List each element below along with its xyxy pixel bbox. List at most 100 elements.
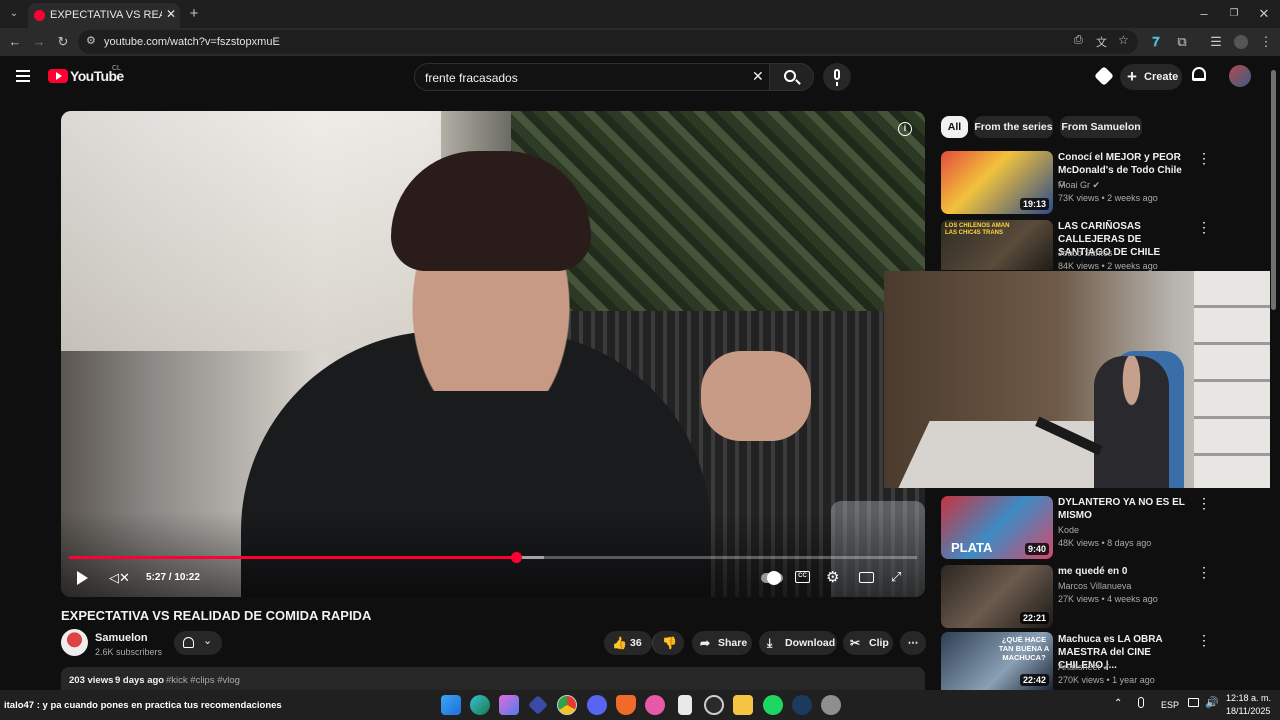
theater-mode-icon[interactable] (859, 572, 874, 583)
rec-title[interactable]: DYLANTERO YA NO ES EL MISMO (1058, 496, 1193, 522)
obs-icon[interactable] (704, 695, 724, 715)
rec-more-menu-icon[interactable]: ⋮ (1196, 219, 1212, 236)
profile-icon[interactable] (1229, 30, 1253, 54)
input-language[interactable]: ESP (1161, 700, 1179, 710)
rec-thumbnail[interactable]: PLATA 9:40 (941, 496, 1053, 559)
gem-icon[interactable] (1094, 66, 1114, 86)
chrome-icon[interactable] (557, 695, 577, 715)
rec-more-menu-icon[interactable]: ⋮ (1196, 632, 1212, 649)
browser-tabbar: ⌄ EXPECTATIVA VS REALIDAD DE ✕ + – ❐ ✕ (0, 0, 1280, 28)
chip-from-series[interactable]: From the series (974, 116, 1053, 138)
rec-channel[interactable]: Analisheet ✔ (1058, 661, 1110, 674)
rec-more-menu-icon[interactable]: ⋮ (1196, 495, 1212, 512)
rec-channel[interactable]: Moai Gr ✔ (1058, 179, 1100, 192)
hashtags[interactable]: #kick #clips #vlog (166, 675, 240, 686)
settings-gear-icon[interactable]: ⚙ (826, 568, 839, 586)
description-box[interactable]: 203 views 9 days ago #kick #clips #vlog (61, 667, 925, 690)
chip-from-channel[interactable]: From Samuelon (1060, 116, 1142, 138)
rec-more-menu-icon[interactable]: ⋮ (1196, 150, 1212, 167)
extensions-puzzle-icon[interactable]: ⧉ (1170, 30, 1194, 54)
create-button[interactable]: + Create (1120, 64, 1182, 90)
like-button[interactable]: 👍 36 (604, 631, 652, 655)
tray-mic-icon[interactable] (1138, 697, 1144, 708)
forward-icon[interactable]: → (27, 30, 51, 54)
settings-app-icon[interactable] (821, 695, 841, 715)
channel-avatar[interactable] (61, 629, 88, 656)
info-icon[interactable]: i (898, 122, 912, 136)
file-icon[interactable] (678, 695, 692, 715)
channel-name[interactable]: Samuelon (95, 632, 148, 644)
play-button[interactable] (77, 571, 88, 585)
rec-duration: 22:21 (1019, 612, 1049, 624)
rec-channel[interactable]: Joaco Santos (1058, 247, 1113, 260)
video-player[interactable]: i ◁✕ 5:27 / 10:22 CC ⚙ ⤢ (61, 111, 925, 597)
voice-search-button[interactable] (823, 63, 851, 91)
browser-menu-icon[interactable]: ⋮ (1254, 30, 1278, 54)
rec-thumbnail[interactable]: ¿QUÉ HACE TAN BUENA A MACHUCA? 22:42 (941, 632, 1053, 690)
download-button[interactable]: ⤓ Download (759, 631, 837, 655)
url-bar[interactable]: ⚙ youtube.com/watch?v=fszstopxmuE ⎙ 文 ☆ (78, 30, 1138, 54)
streamer-webcam-overlay (884, 271, 1270, 488)
network-icon[interactable] (1188, 698, 1199, 707)
rec-thumbnail-text: ¿QUÉ HACE TAN BUENA A MACHUCA? (998, 635, 1050, 662)
site-info-icon[interactable]: ⚙ (86, 34, 96, 47)
bookmark-star-icon[interactable]: ☆ (1118, 33, 1129, 47)
search-button[interactable] (770, 63, 814, 91)
notifications-bell-icon[interactable] (1192, 67, 1206, 81)
rec-stats: 73K views • 2 weeks ago (1058, 193, 1158, 203)
copilot-icon[interactable] (499, 695, 519, 715)
restore-icon[interactable]: ❐ (1222, 2, 1246, 26)
volume-icon[interactable]: 🔊 (1205, 696, 1219, 709)
app-icon[interactable] (528, 695, 548, 715)
dislike-button[interactable]: 👎 (652, 631, 684, 655)
clip-button[interactable]: ✂ Clip (843, 631, 893, 655)
clock-date[interactable]: 18/11/2025 (1226, 706, 1270, 716)
rec-more-menu-icon[interactable]: ⋮ (1196, 564, 1212, 581)
new-tab-icon[interactable]: + (182, 2, 206, 26)
tray-chevron-icon[interactable]: ⌃ (1114, 698, 1122, 709)
mute-icon[interactable]: ◁✕ (109, 570, 130, 586)
rec-thumbnail[interactable]: LOS CHILENOS AMAN LAS CHIC4S TRANS (941, 220, 1053, 270)
more-actions-button[interactable]: ⋯ (900, 631, 926, 655)
rec-stats: 27K views • 4 weeks ago (1058, 594, 1158, 604)
chip-all[interactable]: All (941, 116, 968, 138)
share-button[interactable]: ➦ Share (692, 631, 752, 655)
steam-icon[interactable] (792, 695, 812, 715)
account-avatar[interactable] (1229, 65, 1251, 87)
file-explorer-icon[interactable] (733, 695, 753, 715)
progress-bar[interactable] (69, 552, 917, 563)
rec-duration: 19:13 (1019, 198, 1049, 210)
rec-channel[interactable]: Marcos Villanueva (1058, 580, 1131, 593)
rec-thumbnail[interactable]: 19:13 (941, 151, 1053, 214)
hamburger-menu-icon[interactable] (16, 70, 30, 82)
subtitles-cc-icon[interactable]: CC (795, 571, 810, 583)
edge-icon[interactable] (470, 695, 490, 715)
close-window-icon[interactable]: ✕ (1252, 2, 1276, 26)
discord-icon[interactable] (587, 695, 607, 715)
brave-icon[interactable] (616, 695, 636, 715)
progress-scrubber[interactable] (510, 552, 522, 563)
close-tab-icon[interactable]: ✕ (166, 7, 176, 21)
rec-channel[interactable]: Kode (1058, 524, 1079, 537)
page-scrollbar[interactable] (1270, 60, 1278, 690)
rec-title[interactable]: me quedé en 0 (1058, 565, 1193, 578)
start-menu-icon[interactable] (441, 695, 461, 715)
install-icon[interactable]: ⎙ (1074, 34, 1083, 47)
reload-icon[interactable]: ↻ (51, 30, 75, 54)
minimize-icon[interactable]: – (1192, 2, 1216, 26)
extension-icon[interactable]: 𝟕 (1144, 30, 1168, 54)
translate-icon[interactable]: 文 (1096, 34, 1107, 50)
autoplay-toggle[interactable] (761, 571, 783, 585)
clear-search-icon[interactable]: ✕ (752, 68, 764, 85)
clock-time[interactable]: 12:18 a. m. (1226, 693, 1271, 703)
tab-list-icon[interactable]: ⌄ (2, 2, 26, 26)
spotify-icon[interactable] (763, 695, 783, 715)
back-icon[interactable]: ← (3, 30, 27, 54)
search-input[interactable]: frente fracasados ✕ (414, 63, 770, 91)
rec-thumbnail[interactable]: 22:21 (941, 565, 1053, 628)
subscribe-bell-button[interactable]: ⌄ (174, 631, 222, 655)
reading-list-icon[interactable]: ☰ (1204, 30, 1228, 54)
browser-tab[interactable]: EXPECTATIVA VS REALIDAD DE ✕ (28, 3, 180, 28)
fullscreen-icon[interactable]: ⤢ (891, 569, 901, 585)
app-pink-icon[interactable] (645, 695, 665, 715)
